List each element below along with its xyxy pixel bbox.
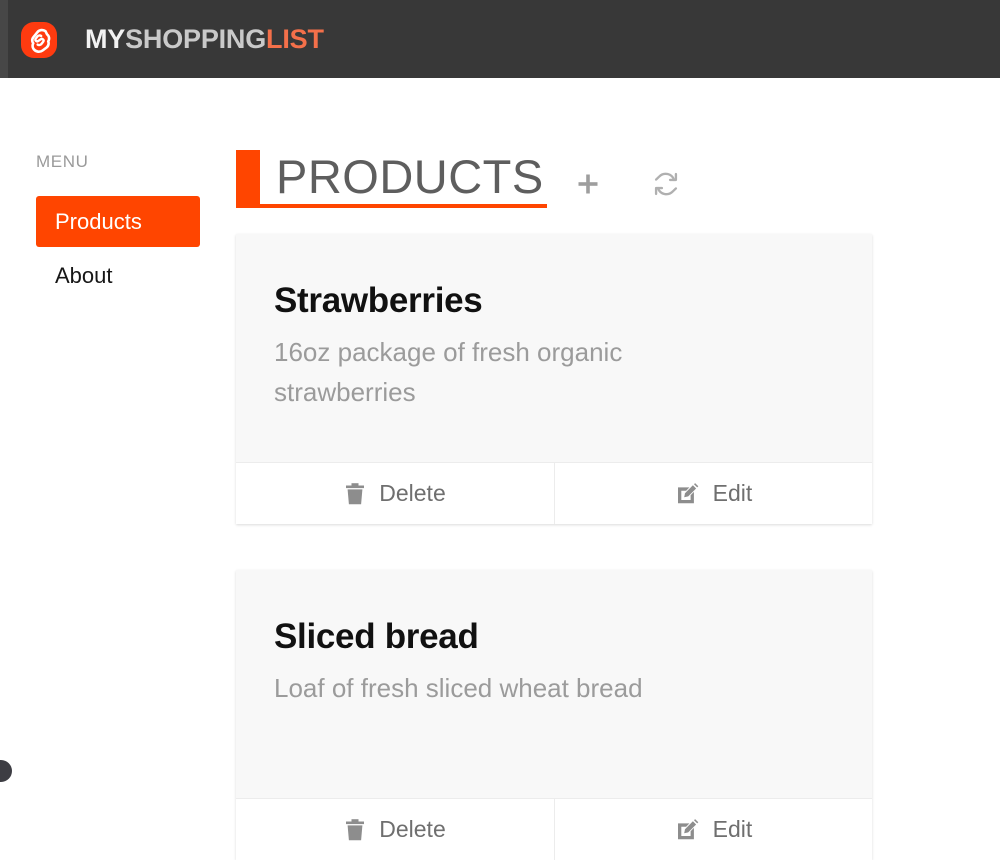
refresh-products-button[interactable] [648,168,684,204]
app-title-my: MY [85,24,125,54]
sidebar-item-label: Products [55,209,142,235]
trash-icon [344,482,366,506]
product-description: 16oz package of fresh organic strawberri… [274,332,714,412]
delete-product-button[interactable]: Delete [236,463,554,524]
app-title: MYSHOPPINGLIST [85,22,324,56]
header-left-strip [0,0,8,78]
sidebar-item-about[interactable]: About [36,256,200,296]
product-description: Loaf of fresh sliced wheat bread [274,668,714,708]
sync-refresh-icon [652,170,680,203]
product-card-footer: Delete Edit [236,462,872,524]
page-header: PRODUCTS [236,150,896,210]
edit-product-button[interactable]: Edit [554,463,872,524]
edit-button-label: Edit [713,816,753,843]
product-card: Sliced bread Loaf of fresh sliced wheat … [236,570,872,860]
plus-icon [575,171,601,202]
sidebar: MENU Products About [0,78,236,772]
product-card: Strawberries 16oz package of fresh organ… [236,234,872,524]
add-product-button[interactable] [570,168,606,204]
edit-pencil-icon [675,817,700,842]
app-header: MYSHOPPINGLIST [0,0,1000,78]
page-title: PRODUCTS [276,146,544,208]
app-title-list: LIST [266,24,324,54]
product-title: Sliced bread [274,616,834,658]
trash-icon [344,818,366,842]
product-card-body: Strawberries 16oz package of fresh organ… [236,234,872,462]
delete-product-button[interactable]: Delete [236,799,554,860]
main-content: PRODUCTS Strawberries [236,78,1000,772]
edit-pencil-icon [675,481,700,506]
product-card-footer: Delete Edit [236,798,872,860]
delete-button-label: Delete [379,480,445,507]
product-card-body: Sliced bread Loaf of fresh sliced wheat … [236,570,872,798]
product-title: Strawberries [274,280,834,322]
edit-button-label: Edit [713,480,753,507]
edit-product-button[interactable]: Edit [554,799,872,860]
page-title-accent-block [236,150,260,204]
sidebar-heading: MENU [36,152,88,172]
sidebar-item-label: About [55,263,113,289]
sidebar-item-products[interactable]: Products [36,196,200,247]
app-title-shopping: SHOPPING [125,24,266,54]
delete-button-label: Delete [379,816,445,843]
svelte-s-logo-icon [19,20,59,60]
page-title-underline [236,204,547,208]
